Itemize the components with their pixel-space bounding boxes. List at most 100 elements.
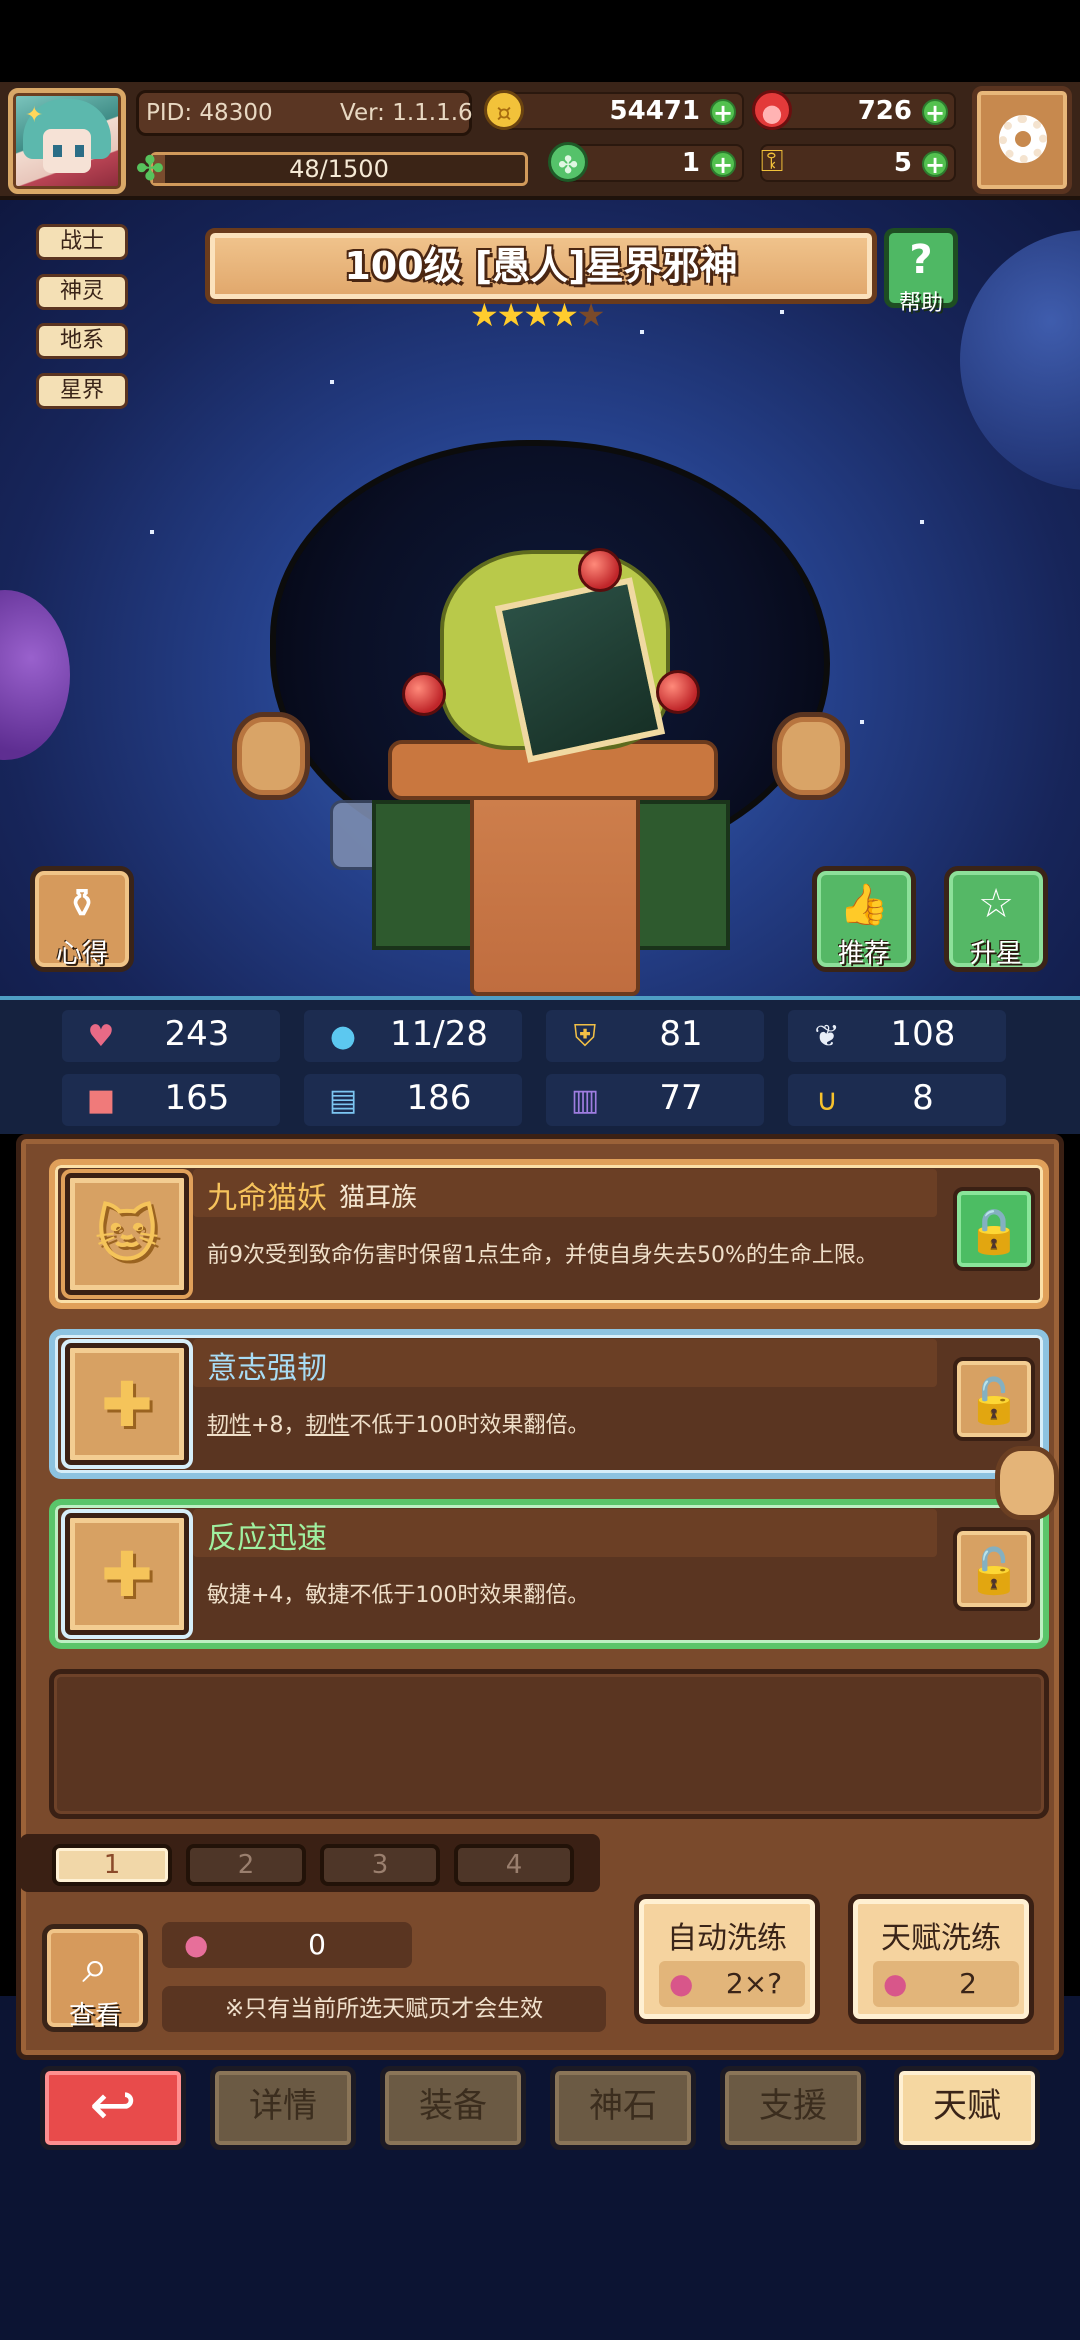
talent-lock-button[interactable]: 🔓 xyxy=(953,1357,1035,1441)
gold-value: 54471 xyxy=(609,96,700,126)
add-key-button[interactable]: + xyxy=(922,151,948,177)
stat-hp-value: 243 xyxy=(164,1014,230,1054)
stat-speed-value: 108 xyxy=(890,1014,956,1054)
talent-description: 前9次受到致命伤害时保留1点生命，并使自身失去50%的生命上限。 xyxy=(207,1243,878,1268)
talent-page-tab-1[interactable]: 1 xyxy=(52,1844,172,1886)
tag-earth[interactable]: 地系 xyxy=(36,323,128,359)
talent-icon-box: ✚ xyxy=(65,1343,189,1465)
talent-icon-box: 🐱 xyxy=(65,1173,189,1295)
stat-mana-value: 11/28 xyxy=(390,1014,488,1054)
star-up-button[interactable]: ☆ 升星 xyxy=(944,866,1048,972)
nav-tab-support[interactable]: 支援 xyxy=(720,2066,866,2150)
stat-spirit-value: 77 xyxy=(659,1078,703,1118)
talent-name: 反应迅速 xyxy=(207,1521,327,1556)
clover-currency-icon: ✤ xyxy=(548,142,588,182)
experience-text: 48/1500 xyxy=(289,155,389,183)
tag-astral[interactable]: 星界 xyxy=(36,373,128,409)
talent-icon-box: ✚ xyxy=(65,1513,189,1635)
talent-page-tab-2[interactable]: 2 xyxy=(186,1844,306,1886)
stat-luck: ∪ 8 xyxy=(788,1074,1006,1126)
star-empty-icon: ★ xyxy=(576,296,606,334)
talent-description: 韧性+8，韧性不低于100时效果翻倍。 xyxy=(207,1413,590,1438)
star-up-label: 升星 xyxy=(969,939,1022,969)
help-button[interactable]: ? 帮助 xyxy=(884,228,958,316)
add-gold-button[interactable]: + xyxy=(710,99,736,125)
mana-drop-icon: ● xyxy=(329,1019,357,1054)
insight-label: 心得 xyxy=(55,939,108,969)
recommend-button[interactable]: 👍 推荐 xyxy=(812,866,916,972)
hero-stats: ♥ 243 ● 11/28 ⛨ 81 ❦ 108 ■ 165 ▤ 186 ▥ 7… xyxy=(0,996,1080,1134)
talent-actions: ⌕ 查看 ● 0 ※只有当前所选天赋页才会生效 自动洗练 ● 2×? 天赋洗练 … xyxy=(16,1888,1064,2060)
cross-icon: ✚ xyxy=(101,1368,153,1441)
talent-lock-button[interactable]: 🔒 xyxy=(953,1187,1035,1271)
stat-intellect: ▤ 186 xyxy=(304,1074,522,1126)
keyword-link[interactable]: 韧性 xyxy=(305,1413,349,1438)
insight-button[interactable]: ⚱ 心得 xyxy=(30,866,134,972)
resource-bar: ✦ PID: 48300 Ver: 1.1.1.6 48/1500 ✤ ¤ 54… xyxy=(0,82,1080,200)
stat-mana: ● 11/28 xyxy=(304,1010,522,1062)
scroll-icon: ▥ xyxy=(570,1083,600,1118)
talent-page-tabs: 1 2 3 4 xyxy=(20,1834,600,1892)
wing-icon: ❦ xyxy=(814,1019,840,1054)
gem-counter: ● 726 + xyxy=(752,90,956,130)
view-button[interactable]: ⌕ 查看 xyxy=(42,1924,148,2032)
talent-wash-button[interactable]: 天赋洗练 ● 2 xyxy=(848,1894,1034,2024)
experience-bar: 48/1500 xyxy=(150,152,528,186)
player-avatar[interactable]: ✦ xyxy=(8,88,126,194)
stat-spirit: ▥ 77 xyxy=(546,1074,764,1126)
question-icon: ? xyxy=(909,237,933,283)
back-arrow-icon: ↩ xyxy=(89,2073,137,2138)
talent-page-tab-4[interactable]: 4 xyxy=(454,1844,574,1886)
fist-icon: ■ xyxy=(86,1083,116,1118)
help-label: 帮助 xyxy=(898,291,943,316)
talent-name: 九命猫妖 xyxy=(207,1181,327,1216)
talent-slot-3[interactable]: ✚ 反应迅速 敏捷+4，敏捷不低于100时效果翻倍。 🔓 xyxy=(49,1499,1049,1649)
recommend-label: 推荐 xyxy=(837,939,890,969)
stat-hp: ♥ 243 xyxy=(62,1010,280,1062)
star-filled-icon: ★ xyxy=(523,296,552,334)
talent-slot-1[interactable]: 🐱 九命猫妖 猫耳族 前9次受到致命伤害时保留1点生命，并使自身失去50%的生命… xyxy=(49,1159,1049,1309)
stat-intellect-value: 186 xyxy=(406,1078,472,1118)
stat-strength: ■ 165 xyxy=(62,1074,280,1126)
stat-defense-value: 81 xyxy=(659,1014,703,1054)
potion-icon: ● xyxy=(184,1928,209,1961)
add-gem-button[interactable]: + xyxy=(922,99,948,125)
add-clover-button[interactable]: + xyxy=(710,151,736,177)
clover-value: 1 xyxy=(681,148,700,178)
nav-tab-talent[interactable]: 天赋 xyxy=(894,2066,1040,2150)
lock-closed-icon: 🔒 xyxy=(966,1206,1022,1257)
hero-name: 100级 [愚人]星界邪神 xyxy=(344,244,738,288)
talent-wash-label: 天赋洗练 xyxy=(881,1921,1001,1956)
back-button[interactable]: ↩ xyxy=(40,2066,186,2150)
purple-planet xyxy=(0,590,70,760)
nav-tab-godstone[interactable]: 神石 xyxy=(550,2066,696,2150)
shield-icon: ⛨ xyxy=(573,1019,597,1054)
gem-value: 726 xyxy=(857,96,912,126)
talent-lock-button[interactable]: 🔓 xyxy=(953,1527,1035,1611)
talent-slot-2[interactable]: ✚ 意志强韧 韧性+8，韧性不低于100时效果翻倍。 🔓 xyxy=(49,1329,1049,1479)
status-bar xyxy=(0,0,1080,82)
tag-deity[interactable]: 神灵 xyxy=(36,274,128,310)
game-version: Ver: 1.1.1.6 xyxy=(340,100,473,126)
cross-icon: ✚ xyxy=(101,1538,153,1611)
panel-side-knob[interactable] xyxy=(995,1446,1059,1520)
nav-tab-equipment[interactable]: 装备 xyxy=(380,2066,526,2150)
heart-icon: ♥ xyxy=(87,1019,115,1054)
stat-luck-value: 8 xyxy=(912,1078,934,1118)
prev-hero-button[interactable] xyxy=(232,712,310,800)
talent-slot-empty xyxy=(49,1669,1049,1819)
auto-wash-cost: ● 2×? xyxy=(659,1961,805,2007)
potion-icon: ● xyxy=(883,1967,908,2000)
clover-icon: ✤ xyxy=(135,149,165,189)
potion-icon: ● xyxy=(669,1967,694,2000)
gold-counter: ¤ 54471 + xyxy=(484,90,744,130)
hero-name-banner: 100级 [愚人]星界邪神 xyxy=(205,228,877,304)
settings-button[interactable] xyxy=(972,86,1072,194)
talent-page-tab-3[interactable]: 3 xyxy=(320,1844,440,1886)
keyword-link[interactable]: 韧性 xyxy=(207,1413,251,1438)
auto-wash-button[interactable]: 自动洗练 ● 2×? xyxy=(634,1894,820,2024)
nav-tab-details[interactable]: 详情 xyxy=(210,2066,356,2150)
next-hero-button[interactable] xyxy=(772,712,850,800)
book-icon: ▤ xyxy=(328,1083,358,1118)
tag-warrior[interactable]: 战士 xyxy=(36,224,128,260)
